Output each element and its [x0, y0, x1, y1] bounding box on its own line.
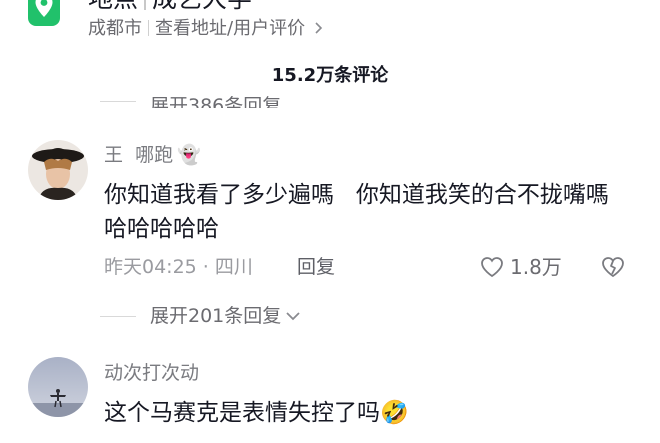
comment-time: 昨天04:25 [104, 256, 197, 278]
like-button[interactable]: 1.8万 [480, 255, 562, 279]
expand-replies-button[interactable]: 展开201条回复 [100, 304, 301, 328]
avatar[interactable] [28, 357, 88, 417]
comment-region: 四川 [214, 256, 253, 278]
view-address-link[interactable]: 查看地址/用户评价 [155, 18, 305, 39]
location-pin-icon [28, 0, 60, 26]
dislike-button[interactable] [600, 255, 626, 283]
avatar[interactable] [28, 140, 88, 200]
location-label: 地点 [88, 0, 138, 13]
comment-username[interactable]: 王 哪跑 👻 [104, 143, 201, 167]
divider-line [100, 101, 136, 102]
like-count: 1.8万 [510, 255, 562, 279]
heart-icon [481, 257, 503, 278]
expand-replies-label: 展开386条回复 [150, 95, 282, 108]
location-title-divider [144, 0, 147, 10]
laughing-emoji-icon: 🤣 [380, 400, 409, 426]
comment-username[interactable]: 动次打次动 [104, 361, 199, 385]
divider-line [100, 315, 136, 317]
location-subtitle[interactable]: 成都市 查看地址/用户评价 [88, 17, 324, 41]
location-place-name: 成艺大学 [152, 0, 252, 13]
location-subtitle-divider [148, 20, 149, 36]
reply-button[interactable]: 回复 [297, 255, 335, 279]
comment-meta: 昨天04:25 · 四川 [104, 255, 253, 279]
comment-text: 这个马赛克是表情失控了吗🤣 [104, 400, 409, 426]
location-title[interactable]: 地点 成艺大学 [88, 0, 252, 14]
comment-text: 你知道我看了多少遍嗎 你知道我笑的合不拢嘴嗎 哈哈哈哈哈 [104, 182, 639, 242]
expand-replies-label: 展开201条回复 [150, 305, 282, 327]
ghost-emoji-icon: 👻 [177, 144, 201, 166]
chevron-down-icon [286, 312, 300, 321]
meta-separator: · [196, 256, 215, 278]
location-city: 成都市 [88, 18, 142, 39]
comment-count-title: 15.2万条评论 [271, 65, 389, 86]
broken-heart-icon [602, 257, 624, 278]
expand-replies-top[interactable]: 展开386条回复 [100, 88, 281, 108]
chevron-right-icon [315, 22, 322, 34]
